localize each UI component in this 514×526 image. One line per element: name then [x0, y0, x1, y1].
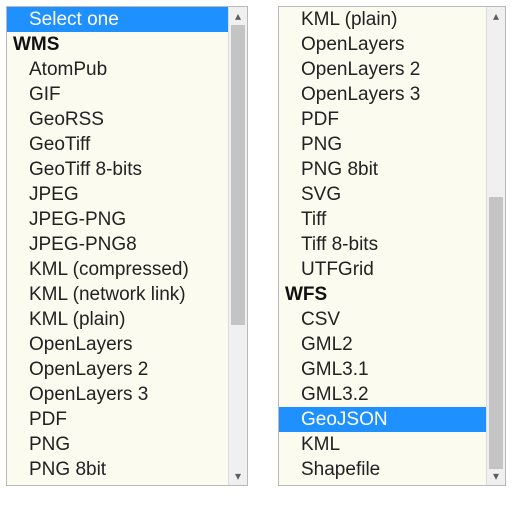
list-item[interactable]: SVG [7, 482, 228, 485]
list-item[interactable]: OpenLayers 3 [279, 82, 486, 107]
list-item-label: Shapefile [301, 459, 380, 480]
list-item[interactable]: PNG [279, 132, 486, 157]
list-item-label: GeoRSS [29, 109, 104, 130]
list-item[interactable]: text/csv [279, 482, 486, 485]
scroll-up-icon[interactable]: ▴ [487, 7, 505, 25]
list-item-label: JPEG [29, 184, 79, 205]
list-item[interactable]: JPEG-PNG8 [7, 232, 228, 257]
list-item[interactable]: GIF [7, 82, 228, 107]
list-item[interactable]: PNG [7, 432, 228, 457]
list-item-label: GeoJSON [301, 409, 388, 430]
list-item-label: PDF [301, 109, 339, 130]
list-item-label: WMS [13, 34, 59, 55]
list-item-label: UTFGrid [301, 259, 374, 280]
list-item[interactable]: KML [279, 432, 486, 457]
list-item[interactable]: KML (compressed) [7, 257, 228, 282]
scrollbar-left[interactable]: ▴ ▾ [228, 7, 247, 485]
list-item[interactable]: AtomPub [7, 57, 228, 82]
scroll-up-icon[interactable]: ▴ [229, 7, 247, 25]
list-item[interactable]: GeoTiff [7, 132, 228, 157]
list-item-label: GML3.1 [301, 359, 369, 380]
list-item-label: SVG [301, 184, 341, 205]
scroll-down-icon[interactable]: ▾ [487, 467, 505, 485]
list-item-label: Select one [29, 9, 119, 30]
list-item-label: PNG [29, 434, 70, 455]
list-item-label: OpenLayers [29, 334, 133, 355]
list-item[interactable]: SVG [279, 182, 486, 207]
list-item[interactable]: KML (plain) [279, 7, 486, 32]
list-item[interactable]: OpenLayers 2 [279, 57, 486, 82]
list-item[interactable]: Select one [7, 7, 228, 32]
optgroup-label: WMS [7, 32, 228, 57]
list-item-label: OpenLayers 3 [301, 84, 420, 105]
list-item-label: GML2 [301, 334, 353, 355]
list-item[interactable]: GML3.1 [279, 357, 486, 382]
list-item[interactable]: PDF [7, 407, 228, 432]
list-item-label: PNG 8bit [301, 159, 378, 180]
scroll-down-icon[interactable]: ▾ [229, 467, 247, 485]
list-item[interactable]: Tiff [279, 207, 486, 232]
list-item-label: PDF [29, 409, 67, 430]
list-item-label: GeoTiff 8-bits [29, 159, 142, 180]
list-item-label: GeoTiff [29, 134, 90, 155]
format-select-left[interactable]: Select one WMS AtomPub GIF GeoRSS GeoTiff GeoT… [6, 6, 248, 486]
list-item-label: CSV [301, 309, 340, 330]
list-item-label: KML (network link) [29, 284, 186, 305]
list-item[interactable]: JPEG [7, 182, 228, 207]
format-select-right[interactable]: KML (plain) OpenLayers OpenLayers 2 OpenLay… [278, 6, 506, 486]
list-item-label: OpenLayers [301, 34, 405, 55]
list-item[interactable]: UTFGrid [279, 257, 486, 282]
list-item-label: text/csv [301, 484, 365, 485]
list-item[interactable]: PDF [279, 107, 486, 132]
list-item[interactable]: GML2 [279, 332, 486, 357]
scrollbar-thumb[interactable] [231, 25, 245, 325]
format-select-left-viewport: Select one WMS AtomPub GIF GeoRSS GeoTiff GeoT… [7, 7, 228, 485]
list-item[interactable]: OpenLayers [279, 32, 486, 57]
format-select-right-viewport: KML (plain) OpenLayers OpenLayers 2 OpenLay… [279, 7, 486, 485]
list-item[interactable]: KML (network link) [7, 282, 228, 307]
list-item-label: OpenLayers 2 [301, 59, 420, 80]
list-item-label: Tiff 8-bits [301, 234, 378, 255]
list-item-label: PNG 8bit [29, 459, 106, 480]
list-item[interactable]: GeoTiff 8-bits [7, 157, 228, 182]
list-item-label: KML [301, 434, 340, 455]
list-item-label: PNG [301, 134, 342, 155]
list-item[interactable]: PNG 8bit [7, 457, 228, 482]
list-item[interactable]: CSV [279, 307, 486, 332]
list-item[interactable]: GeoRSS [7, 107, 228, 132]
scrollbar-thumb[interactable] [489, 197, 503, 469]
list-item-label: WFS [285, 284, 327, 305]
list-item-label: OpenLayers 3 [29, 384, 148, 405]
list-item-label: Tiff [301, 209, 326, 230]
list-item-label: AtomPub [29, 59, 107, 80]
optgroup-label: WFS [279, 282, 486, 307]
list-item[interactable]: Tiff 8-bits [279, 232, 486, 257]
list-item[interactable]: GML3.2 [279, 382, 486, 407]
list-item-label: OpenLayers 2 [29, 359, 148, 380]
list-item-label: KML (plain) [29, 309, 125, 330]
list-item-label: GIF [29, 84, 61, 105]
list-item[interactable]: PNG 8bit [279, 157, 486, 182]
list-item[interactable]: OpenLayers 3 [7, 382, 228, 407]
scrollbar-right[interactable]: ▴ ▾ [486, 7, 505, 485]
list-item[interactable]: KML (plain) [7, 307, 228, 332]
list-item[interactable]: OpenLayers [7, 332, 228, 357]
list-item[interactable]: Shapefile [279, 457, 486, 482]
list-item-label: JPEG-PNG [29, 209, 126, 230]
list-item[interactable]: JPEG-PNG [7, 207, 228, 232]
list-item-label: SVG [29, 484, 69, 485]
list-item-label: JPEG-PNG8 [29, 234, 137, 255]
list-item[interactable]: GeoJSON [279, 407, 486, 432]
list-item-label: KML (plain) [301, 9, 397, 30]
list-item[interactable]: OpenLayers 2 [7, 357, 228, 382]
list-item-label: KML (compressed) [29, 259, 189, 280]
list-item-label: GML3.2 [301, 384, 369, 405]
